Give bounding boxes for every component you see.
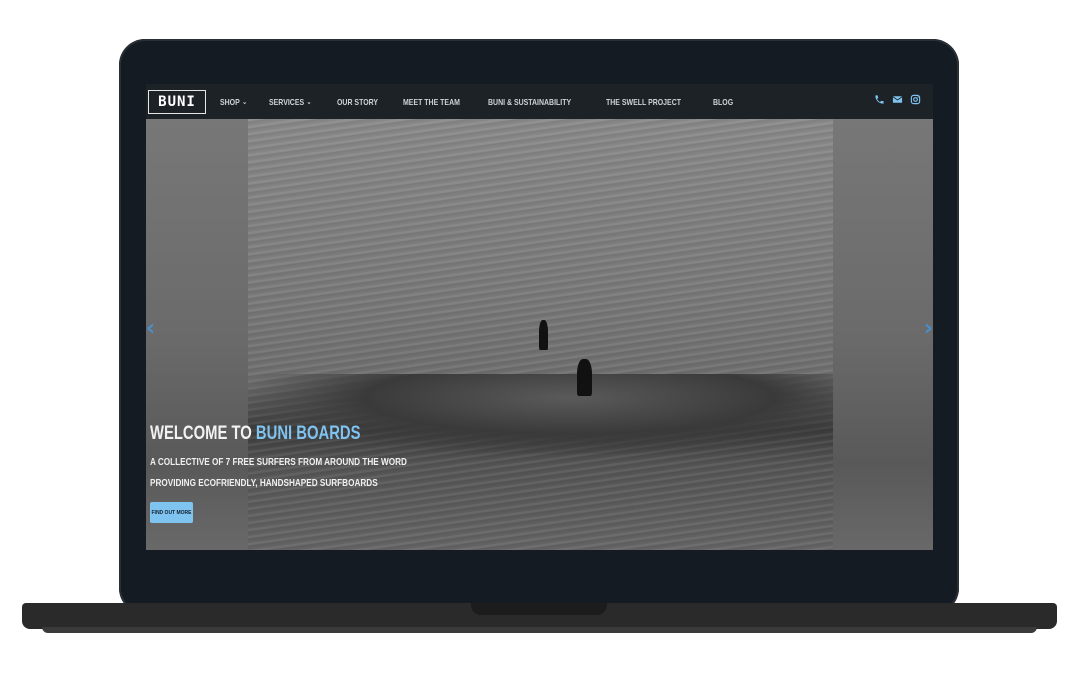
surfer-figure	[539, 320, 548, 350]
hero-title-accent: BUNI BOARDS	[255, 423, 361, 444]
nav-item-meet-the-team[interactable]: MEET THE TEAM	[403, 97, 460, 107]
laptop-notch	[471, 603, 607, 615]
nav-item-label: MEET THE TEAM	[402, 96, 460, 107]
hero-subtitle-line1: A COLLECTIVE OF 7 FREE SURFERS FROM AROU…	[150, 456, 407, 468]
nav-item-label: OUR STORY	[336, 96, 378, 107]
nav-item-shop[interactable]: SHOP ⌄	[220, 97, 247, 107]
nav-item-the-swell-project[interactable]: THE SWELL PROJECT	[606, 97, 681, 107]
site-logo[interactable]: BUNI	[148, 89, 206, 114]
mail-icon[interactable]	[891, 93, 903, 105]
instagram-icon[interactable]	[909, 93, 921, 105]
hero-slider: ‹ › WELCOME TO BUNI BOARDS A COLLECTIVE …	[146, 119, 933, 550]
nav-item-label: SERVICES	[268, 96, 305, 107]
hero-title-prefix: WELCOME TO	[150, 423, 256, 444]
nav-item-our-story[interactable]: OUR STORY	[337, 97, 378, 107]
phone-icon[interactable]	[873, 93, 885, 105]
laptop-base-shadow	[42, 627, 1037, 633]
laptop-screen: BUNI SHOP ⌄ SERVICES ⌄ OUR STORY MEET THE TEA…	[146, 84, 933, 550]
find-out-more-button[interactable]: FIND OUT MORE	[150, 502, 193, 523]
social-icons	[873, 93, 921, 105]
slider-next-arrow[interactable]: ›	[924, 316, 933, 341]
hero-title: WELCOME TO BUNI BOARDS	[150, 423, 361, 445]
chevron-down-icon: ⌄	[306, 98, 312, 106]
nav-item-label: SHOP	[220, 96, 240, 107]
hero-subtitle-line2: PROVIDING ECOFRIENDLY, HANDSHAPED SURFBO…	[150, 477, 378, 489]
nav-item-label: BLOG	[713, 96, 734, 107]
nav-item-buni-sustainability[interactable]: BUNI & SUSTAINABILITY	[488, 97, 571, 107]
logo-text: BUNI	[158, 93, 196, 110]
nav-item-services[interactable]: SERVICES ⌄	[269, 97, 311, 107]
slider-prev-arrow[interactable]: ‹	[146, 316, 155, 341]
nav-item-label: THE SWELL PROJECT	[605, 96, 681, 107]
chevron-down-icon: ⌄	[242, 98, 248, 106]
surfer-figure	[577, 359, 592, 396]
top-navbar: BUNI SHOP ⌄ SERVICES ⌄ OUR STORY MEET THE TEA…	[146, 84, 933, 119]
hero-side-image-right	[833, 119, 933, 550]
nav-item-blog[interactable]: BLOG	[713, 97, 733, 107]
nav-item-label: BUNI & SUSTAINABILITY	[488, 96, 572, 107]
nav-menu: SHOP ⌄ SERVICES ⌄ OUR STORY MEET THE TEAM BUNI…	[220, 97, 754, 107]
